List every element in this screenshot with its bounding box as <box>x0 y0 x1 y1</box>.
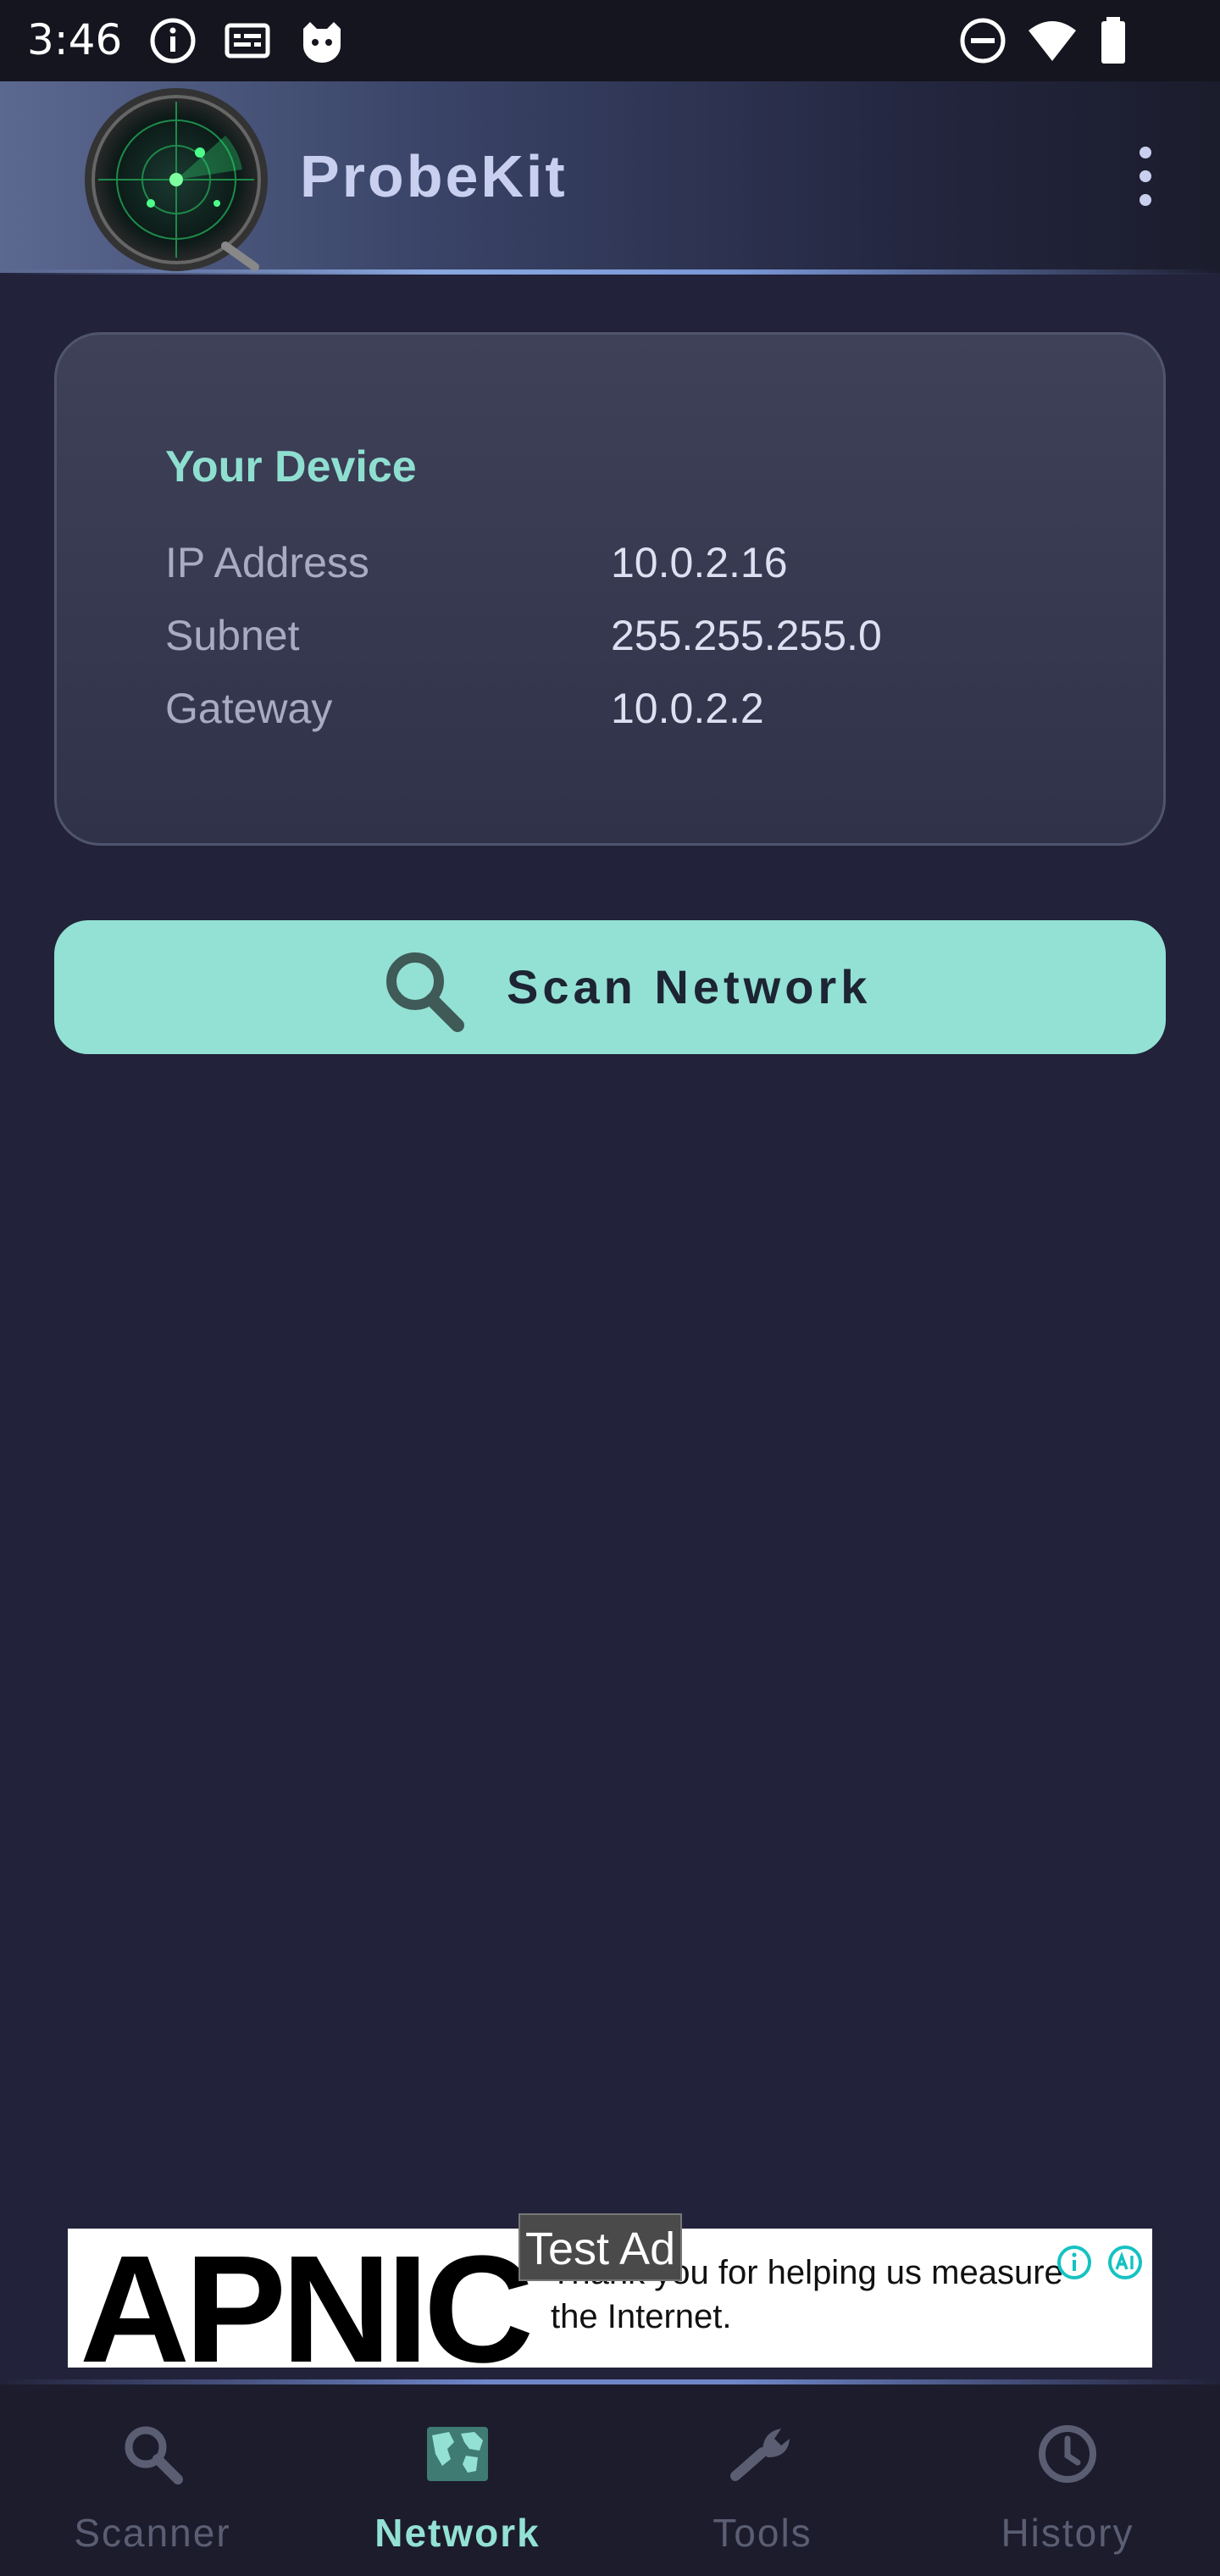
scan-network-button[interactable]: Scan Network <box>54 920 1166 1054</box>
test-ad-badge: Test Ad <box>518 2213 683 2281</box>
ad-logo-text: APNIC <box>80 2229 534 2368</box>
search-icon <box>125 2426 183 2484</box>
nav-label-scanner: Scanner <box>74 2511 231 2555</box>
world-map-icon <box>427 2427 488 2481</box>
status-bar: 3:46 <box>0 0 1220 81</box>
bottom-nav: Scanner Network Tools History <box>0 2384 1220 2576</box>
nav-item-scanner[interactable]: Scanner <box>0 2384 305 2576</box>
card-title: Your Device <box>165 442 417 491</box>
wrench-icon <box>730 2429 790 2481</box>
wifi-icon <box>1029 21 1076 61</box>
ad-choices-icon[interactable] <box>1106 2244 1144 2281</box>
clock-icon <box>1039 2425 1096 2483</box>
search-icon <box>386 952 464 1032</box>
gateway-value: 10.0.2.2 <box>611 685 764 732</box>
subnet-value: 255.255.255.0 <box>611 612 882 659</box>
nav-item-history[interactable]: History <box>915 2384 1220 2576</box>
nav-label-tools: Tools <box>713 2511 812 2555</box>
status-time: 3:46 <box>27 15 123 64</box>
nav-item-tools[interactable]: Tools <box>610 2384 915 2576</box>
subnet-label: Subnet <box>165 612 300 659</box>
cat-icon <box>303 22 341 63</box>
info-icon <box>150 18 196 64</box>
nav-label-network: Network <box>374 2511 541 2555</box>
gateway-label: Gateway <box>165 685 333 732</box>
overflow-menu-icon[interactable] <box>1127 142 1164 210</box>
nav-label-history: History <box>1001 2511 1134 2555</box>
do-not-disturb-icon <box>960 18 1006 64</box>
keyboard-icon <box>225 23 270 58</box>
scan-network-label: Scan Network <box>507 960 872 1013</box>
radar-logo-icon <box>85 88 268 271</box>
device-info-card: Your Device IP Address 10.0.2.16 Subnet … <box>54 332 1166 846</box>
battery-icon <box>1101 17 1125 64</box>
ip-address-value: 10.0.2.16 <box>611 539 788 586</box>
app-title: ProbeKit <box>300 143 568 209</box>
ip-address-label: IP Address <box>165 539 369 586</box>
screen: 3:46 ProbeKit Your Device IP Address 10.… <box>0 0 1220 2576</box>
ad-info-icon[interactable] <box>1056 2244 1093 2281</box>
nav-item-network[interactable]: Network <box>305 2384 610 2576</box>
